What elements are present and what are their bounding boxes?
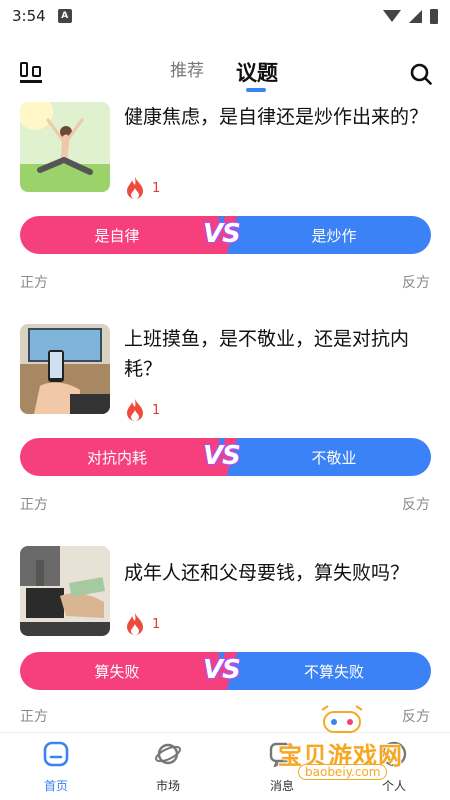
top-header: 推荐 议题 [0, 46, 450, 96]
heat-count: 1 [152, 616, 161, 632]
search-icon[interactable] [410, 63, 432, 85]
vs-label: VS [203, 655, 241, 685]
pro-vote-button[interactable]: 对抗内耗 [20, 438, 232, 476]
topic-thumbnail[interactable] [20, 102, 110, 192]
vs-bar: 对抗内耗 不敬业 VS [20, 438, 431, 476]
status-time: 3:54 [12, 7, 46, 25]
battery-icon [430, 8, 438, 24]
pro-side-label: 正方 [20, 497, 48, 513]
heat-indicator: 1 [124, 612, 160, 636]
status-icons [383, 8, 438, 24]
con-side-label: 反方 [402, 497, 430, 513]
pro-vote-button[interactable]: 算失败 [20, 652, 232, 690]
topic-feed[interactable]: 健康焦虑，是自律还是炒作出来的？ 1 是自律 是炒作 VS 正方 反方 上班摸鱼… [0, 96, 450, 732]
fire-icon [127, 177, 143, 199]
watermark-url: baobeiy.com [298, 764, 388, 780]
heat-count: 1 [152, 180, 161, 196]
tab-recommend[interactable]: 推荐 [170, 56, 204, 81]
gamepad-icon [321, 705, 363, 733]
heat-count: 1 [152, 402, 161, 418]
con-side-label: 反方 [402, 275, 430, 291]
pro-side-label: 正方 [20, 709, 48, 725]
vs-label: VS [203, 441, 241, 471]
tab-topics[interactable]: 议题 [236, 57, 278, 87]
nav-market[interactable]: 市场 [138, 741, 198, 794]
nav-home-label: 首页 [43, 779, 68, 793]
home-icon [43, 741, 69, 767]
vs-label: VS [203, 219, 241, 249]
nav-market-label: 市场 [155, 779, 180, 793]
signal-icon [409, 9, 422, 23]
wifi-icon [383, 10, 401, 22]
vs-bar: 是自律 是炒作 VS [20, 216, 431, 254]
status-bar: 3:54 A [0, 0, 450, 32]
topic-title[interactable]: 上班摸鱼，是不敬业，还是对抗内耗？ [124, 324, 430, 384]
notification-app-icon: A [57, 9, 72, 23]
active-tab-indicator [246, 88, 266, 92]
fire-icon [127, 613, 143, 635]
topic-thumbnail[interactable] [20, 324, 110, 414]
heat-indicator: 1 [124, 176, 160, 200]
heat-indicator: 1 [124, 398, 160, 422]
pro-vote-button[interactable]: 是自律 [20, 216, 232, 254]
topic-title[interactable]: 健康焦虑，是自律还是炒作出来的？ [124, 102, 430, 132]
topic-title[interactable]: 成年人还和父母要钱，算失败吗？ [124, 558, 430, 588]
site-watermark: 宝贝游戏网 baobeiy.com [270, 704, 420, 784]
topic-thumbnail[interactable] [20, 546, 110, 636]
topic-card[interactable]: 上班摸鱼，是不敬业，还是对抗内耗？ 1 对抗内耗 不敬业 VS 正方 反方 [0, 324, 450, 514]
vs-bar: 算失败 不算失败 VS [20, 652, 431, 690]
planet-icon [155, 743, 181, 765]
fire-icon [127, 399, 143, 421]
nav-home[interactable]: 首页 [26, 741, 86, 794]
category-menu-icon[interactable] [20, 62, 42, 83]
pro-side-label: 正方 [20, 275, 48, 291]
topic-card[interactable]: 健康焦虑，是自律还是炒作出来的？ 1 是自律 是炒作 VS 正方 反方 [0, 102, 450, 292]
